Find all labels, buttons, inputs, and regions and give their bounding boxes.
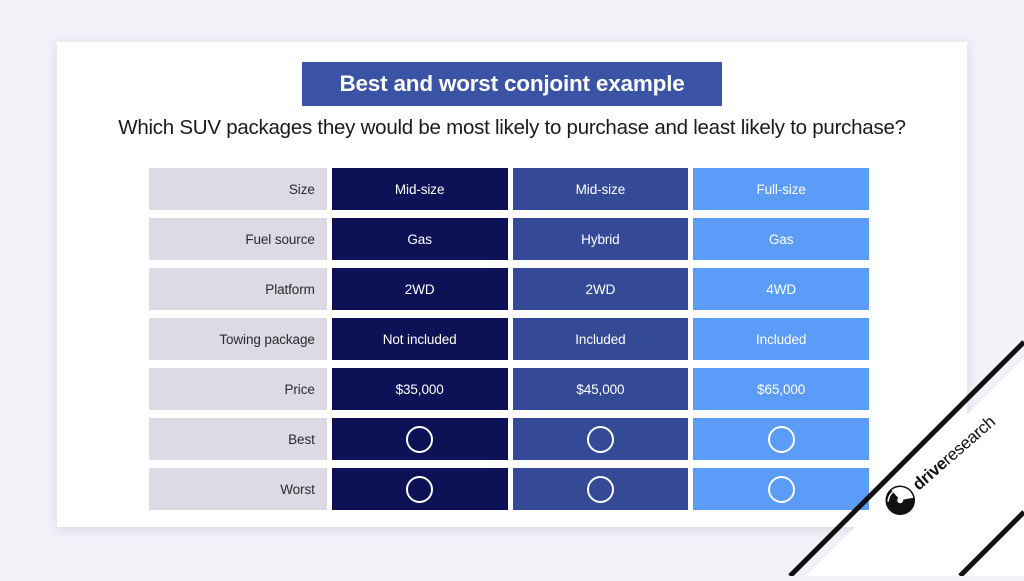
matrix-row: Towing package Not included Included Includ… bbox=[149, 318, 870, 360]
matrix-row-label: Fuel source bbox=[149, 218, 327, 260]
slide-subtitle: Which SUV packages they would be most li… bbox=[118, 116, 906, 139]
matrix-row: Worst bbox=[149, 468, 870, 510]
slide-title: Best and worst conjoint example bbox=[339, 71, 685, 96]
choice-cell-col-a-worst[interactable] bbox=[331, 468, 508, 510]
attribute-cell-col-a: Gas bbox=[331, 218, 508, 260]
matrix-row-label: Towing package bbox=[149, 318, 327, 360]
choice-cell-col-b-best[interactable] bbox=[512, 418, 689, 460]
radio-circle-icon[interactable] bbox=[406, 425, 434, 453]
slide-card: Best and worst conjoint example Which SU… bbox=[57, 42, 967, 527]
attribute-cell-col-c: 4WD bbox=[693, 268, 870, 310]
matrix-row-label: Size bbox=[149, 168, 327, 210]
attribute-cell-col-a: Mid-size bbox=[331, 168, 508, 210]
attribute-cell-col-c: $65,000 bbox=[693, 368, 870, 410]
attribute-cell-col-a: 2WD bbox=[331, 268, 508, 310]
conjoint-matrix: Size Mid-size Mid-size Full-size Fuel source… bbox=[149, 168, 870, 510]
choice-cell-col-a-best[interactable] bbox=[331, 418, 508, 460]
attribute-cell-col-b: $45,000 bbox=[512, 368, 689, 410]
attribute-cell-col-b: Mid-size bbox=[512, 168, 689, 210]
radio-circle-icon[interactable] bbox=[586, 475, 614, 503]
matrix-row: Size Mid-size Mid-size Full-size bbox=[149, 168, 870, 210]
matrix-row: Price $35,000 $45,000 $65,000 bbox=[149, 368, 870, 410]
attribute-cell-col-b: Included bbox=[512, 318, 689, 360]
matrix-row: Platform 2WD 2WD 4WD bbox=[149, 268, 870, 310]
radio-circle-icon[interactable] bbox=[586, 425, 614, 453]
choice-cell-col-c-best[interactable] bbox=[693, 418, 870, 460]
attribute-cell-col-b: Hybrid bbox=[512, 218, 689, 260]
choice-cell-col-b-worst[interactable] bbox=[512, 468, 689, 510]
title-banner: Best and worst conjoint example bbox=[302, 62, 722, 106]
attribute-cell-col-a: $35,000 bbox=[331, 368, 508, 410]
attribute-cell-col-c: Full-size bbox=[693, 168, 870, 210]
matrix-row-label: Price bbox=[149, 368, 327, 410]
matrix-row: Fuel source Gas Hybrid Gas bbox=[149, 218, 870, 260]
radio-circle-icon[interactable] bbox=[767, 425, 795, 453]
matrix-row-label: Best bbox=[149, 418, 327, 460]
attribute-cell-col-a: Not included bbox=[331, 318, 508, 360]
attribute-cell-col-c: Included bbox=[693, 318, 870, 360]
radio-circle-icon[interactable] bbox=[406, 475, 434, 503]
choice-cell-col-c-worst[interactable] bbox=[693, 468, 870, 510]
matrix-row: Best bbox=[149, 418, 870, 460]
matrix-row-label: Worst bbox=[149, 468, 327, 510]
radio-circle-icon[interactable] bbox=[767, 475, 795, 503]
attribute-cell-col-c: Gas bbox=[693, 218, 870, 260]
matrix-row-label: Platform bbox=[149, 268, 327, 310]
attribute-cell-col-b: 2WD bbox=[512, 268, 689, 310]
